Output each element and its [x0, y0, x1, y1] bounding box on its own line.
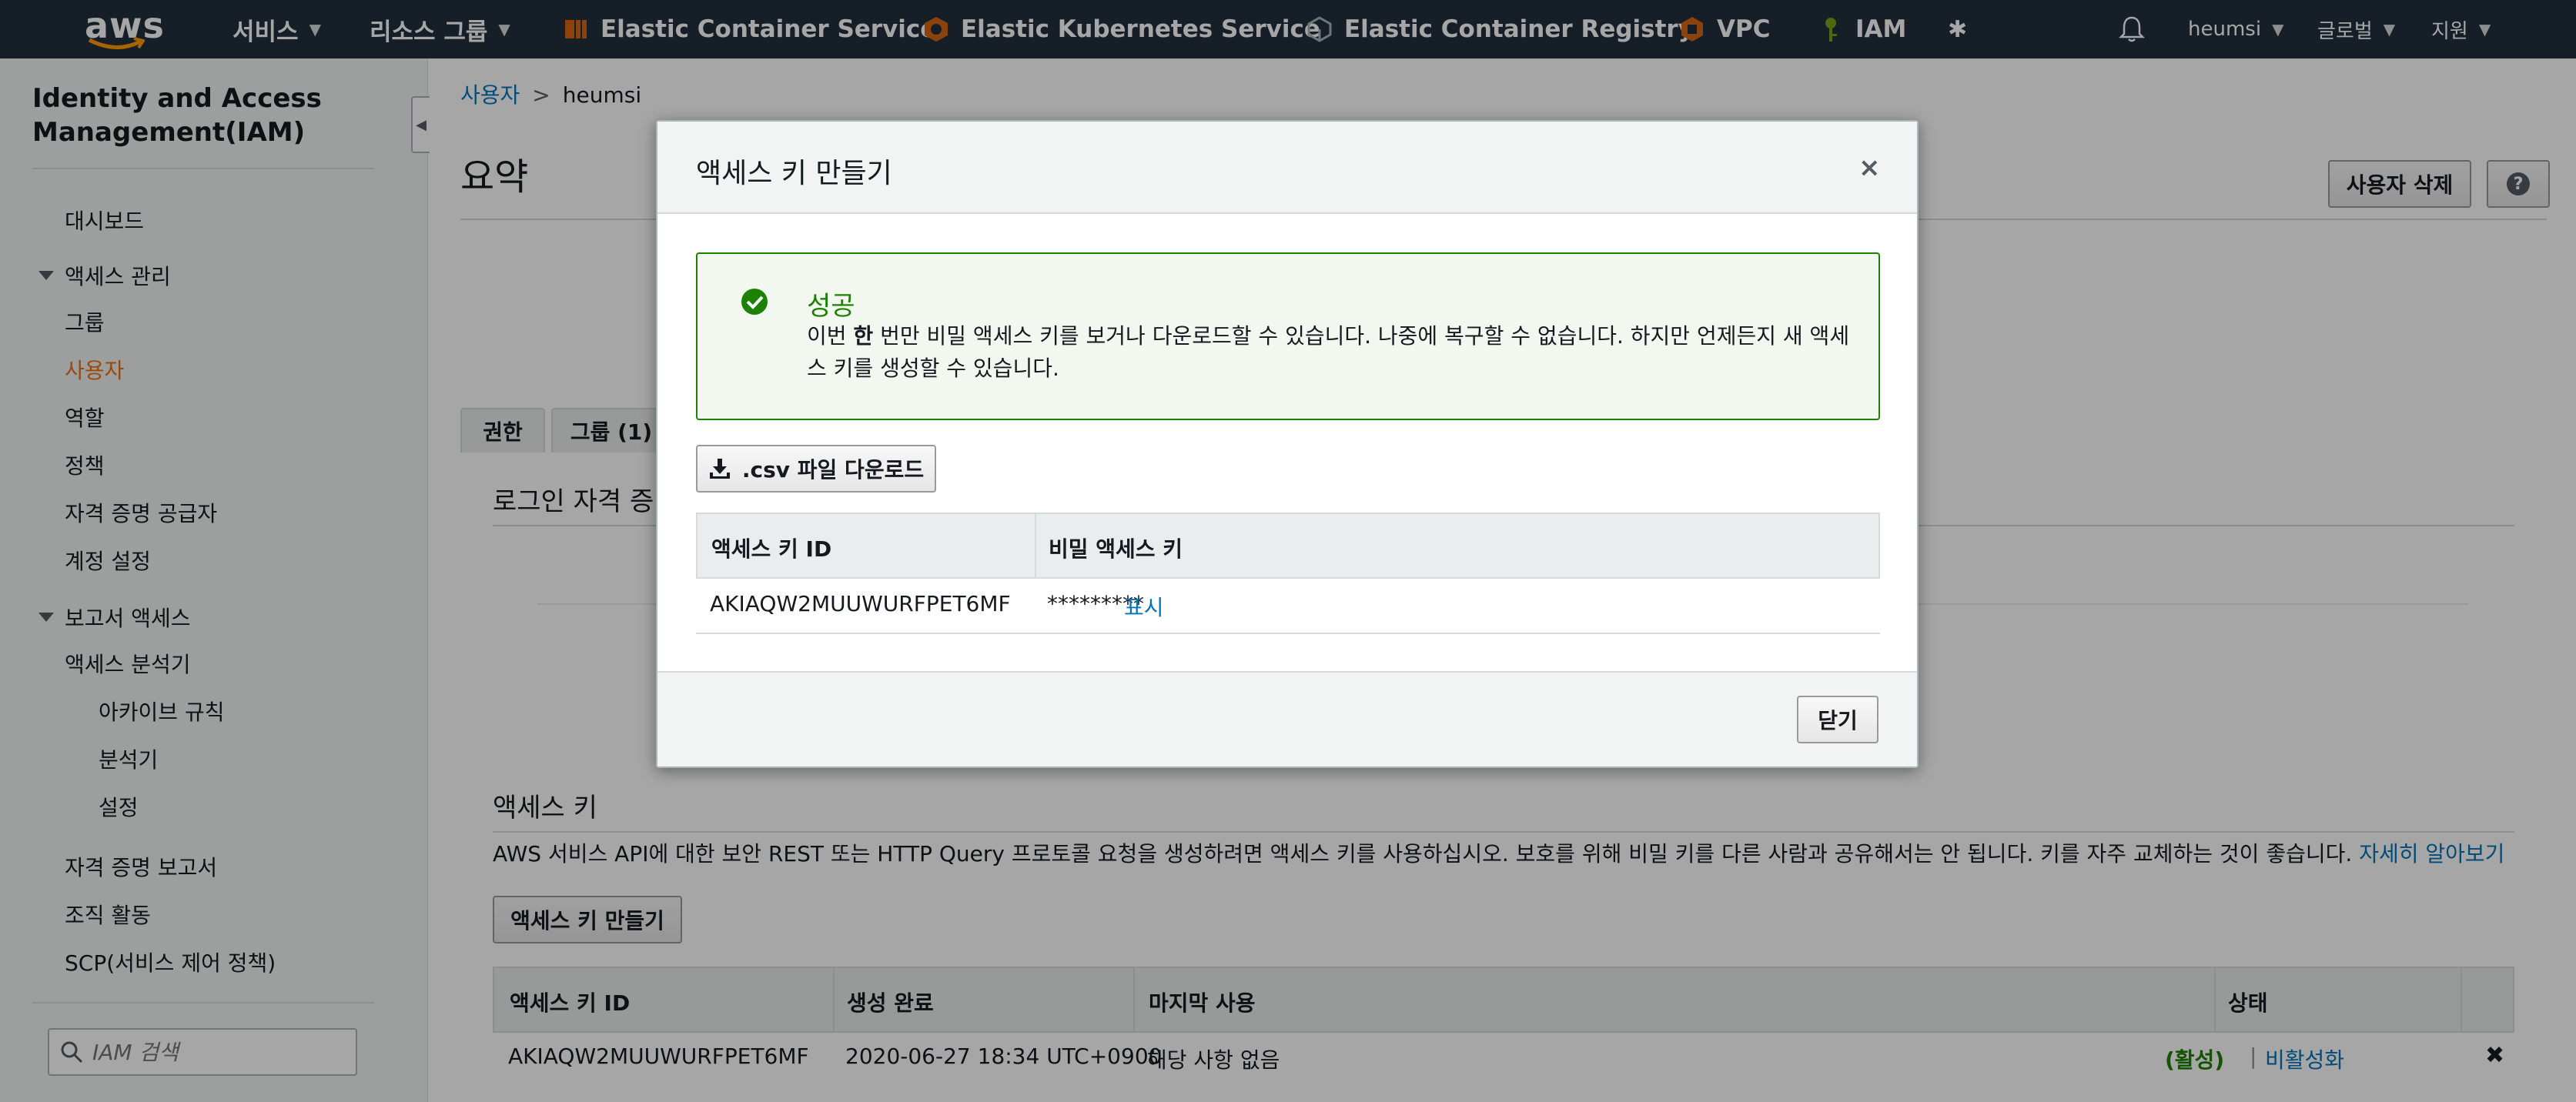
check-circle-icon	[741, 289, 768, 315]
alert-message-bold: 한	[853, 323, 874, 349]
alert-message-post: 번만 비밀 액세스 키를 보거나 다운로드할 수 있습니다. 나중에 복구할 수…	[807, 323, 1850, 381]
modal-key-id: AKIAQW2MUUWURFPET6MF	[710, 591, 1011, 616]
modal-header: 액세스 키 만들기 ×	[657, 122, 1917, 214]
col-access-key-id: 액세스 키 ID	[711, 536, 832, 562]
close-button[interactable]: 닫기	[1797, 696, 1878, 743]
modal-keys-table-header: 액세스 키 ID 비밀 액세스 키	[696, 513, 1880, 579]
modal-title: 액세스 키 만들기	[696, 158, 892, 189]
download-csv-button[interactable]: .csv 파일 다운로드	[696, 445, 936, 493]
show-secret-link[interactable]: 표시	[1124, 591, 1164, 622]
col-secret-access-key: 비밀 액세스 키	[1049, 536, 1183, 562]
modal-footer: 닫기	[657, 671, 1917, 766]
download-icon	[709, 459, 730, 479]
alert-message: 이번 한 번만 비밀 액세스 키를 보거나 다운로드할 수 있습니다. 나중에 …	[807, 320, 1854, 385]
alert-title: 성공	[807, 291, 855, 322]
success-alert: 성공 이번 한 번만 비밀 액세스 키를 보거나 다운로드할 수 있습니다. 나…	[696, 252, 1880, 420]
alert-message-pre: 이번	[807, 323, 854, 349]
row-divider	[696, 633, 1880, 634]
create-access-key-modal: 액세스 키 만들기 × 성공 이번 한 번만 비밀 액세스 키를 보거나 다운로…	[656, 120, 1919, 768]
close-icon[interactable]: ×	[1858, 152, 1881, 183]
column-divider	[1035, 514, 1036, 579]
download-csv-label: .csv 파일 다운로드	[741, 457, 925, 483]
